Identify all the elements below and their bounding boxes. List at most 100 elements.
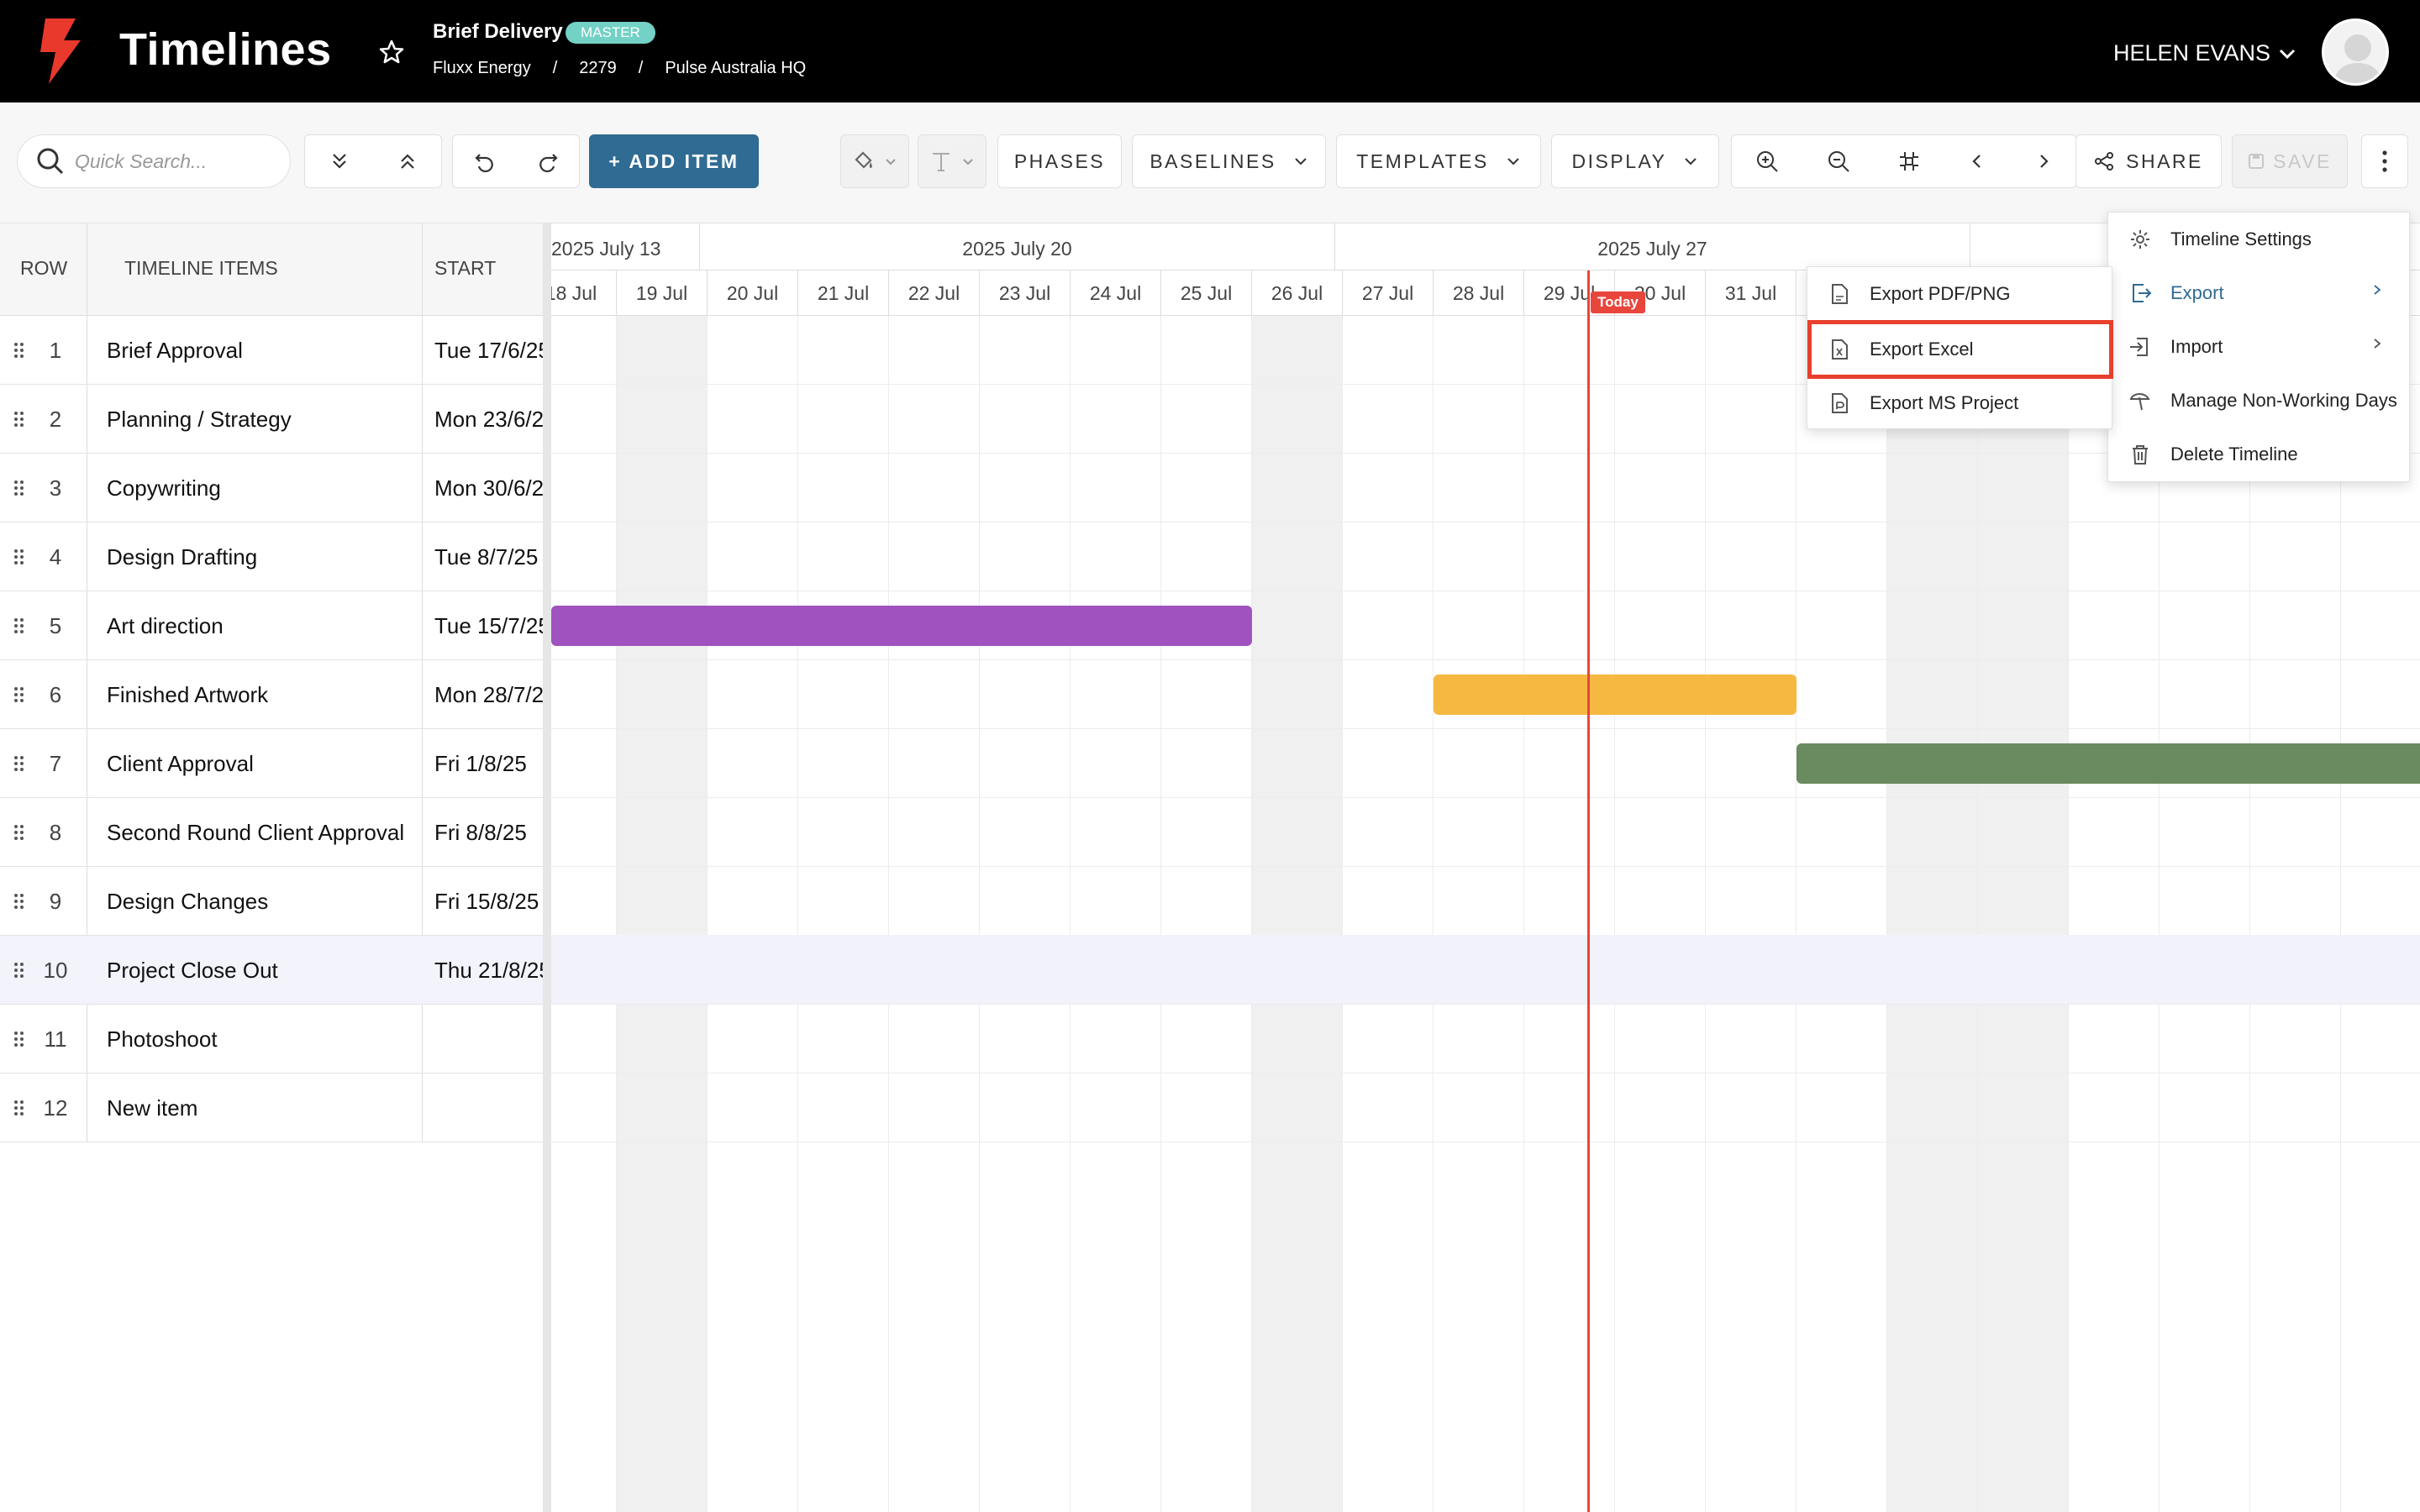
save-button[interactable]: SAVE [2232,134,2348,188]
search-input[interactable]: Quick Search... [17,134,291,188]
display-dropdown[interactable]: DISPLAY [1551,134,1719,188]
menu-item-timeline-settings[interactable]: Timeline Settings [2108,213,2409,266]
item-name[interactable]: Design Drafting [107,544,257,570]
breadcrumb-client[interactable]: Fluxx Energy [433,59,531,78]
day-label: 25 Jul [1161,270,1252,316]
zoom-in-icon[interactable] [1755,150,1779,173]
drag-handle-icon[interactable] [13,342,25,359]
drag-handle-icon[interactable] [13,686,25,703]
gantt-bar-client-approval[interactable] [1797,743,2420,784]
row-gridline [551,659,2420,660]
menu-item-export-pdf[interactable]: Export PDF/PNG [1807,267,2112,321]
column-header-start[interactable]: START [434,257,496,280]
table-row[interactable]: 5 Art direction Tue 15/7/25 [0,591,546,660]
start-date[interactable]: Tue 17/6/25 [434,338,544,364]
table-row[interactable]: 11 Photoshoot [0,1005,546,1074]
breadcrumb-project[interactable]: Pulse Australia HQ [665,59,806,78]
table-row[interactable]: 7 Client Approval Fri 1/8/25 [0,729,546,798]
drag-handle-icon[interactable] [13,824,25,841]
drag-handle-icon[interactable] [13,411,25,428]
breadcrumb-separator: / [638,59,644,77]
expand-all-button[interactable] [373,135,441,187]
item-name[interactable]: Project Close Out [107,958,278,984]
table-row[interactable]: 4 Design Drafting Tue 8/7/25 [0,522,546,591]
drag-handle-icon[interactable] [13,617,25,634]
start-date[interactable]: Fri 15/8/25 [434,889,544,915]
item-name[interactable]: Finished Artwork [107,682,268,708]
item-name[interactable]: Client Approval [107,751,254,777]
week-label: 2025 July 13 [551,223,700,270]
start-date[interactable]: Mon 28/7/25 [434,682,544,708]
lightning-logo-icon[interactable] [37,18,84,84]
table-row[interactable]: 2 Planning / Strategy Mon 23/6/25 [0,385,546,454]
start-date[interactable]: Tue 8/7/25 [434,544,544,570]
menu-item-export-ms-project[interactable]: Export MS Project [1807,376,2112,430]
menu-item-non-working-days[interactable]: Manage Non-Working Days [2108,374,2409,428]
zoom-out-icon[interactable] [1827,150,1850,173]
item-name[interactable]: Art direction [107,613,224,639]
drag-handle-icon[interactable] [13,755,25,772]
drag-handle-icon[interactable] [13,962,25,979]
more-options-button[interactable] [2361,134,2408,188]
column-header-items[interactable]: TIMELINE ITEMS [124,257,278,280]
item-name[interactable]: Photoshoot [107,1026,218,1053]
day-label: 20 Jul [708,270,798,316]
chevron-left-icon[interactable] [1968,152,1986,171]
table-row[interactable]: 8 Second Round Client Approval Fri 8/8/25 [0,798,546,867]
project-name[interactable]: Brief Delivery [433,20,563,44]
item-name[interactable]: Second Round Client Approval [107,820,404,846]
collapse-all-button[interactable] [305,135,373,187]
chevron-down-icon [2280,49,2296,59]
favorite-star-icon[interactable] [378,39,405,66]
table-row[interactable]: 1 Brief Approval Tue 17/6/25 [0,316,546,385]
phases-button[interactable]: PHASES [997,134,1122,188]
templates-dropdown[interactable]: TEMPLATES [1336,134,1541,188]
redo-button[interactable] [516,135,579,187]
drag-handle-icon[interactable] [13,480,25,496]
drag-handle-icon[interactable] [13,1031,25,1047]
item-name[interactable]: New item [107,1095,197,1121]
fill-color-dropdown[interactable] [840,134,909,188]
user-menu[interactable]: HELEN EVANS [2113,40,2297,66]
menu-item-import[interactable]: Import [2108,320,2409,374]
table-row[interactable]: 3 Copywriting Mon 30/6/25 [0,454,546,522]
baselines-dropdown[interactable]: BASELINES [1132,134,1326,188]
table-row[interactable]: 10 Project Close Out Thu 21/8/25 [0,936,546,1005]
drag-handle-icon[interactable] [13,893,25,910]
day-gridline [1796,316,1797,1512]
item-name[interactable]: Design Changes [107,889,268,915]
text-format-dropdown[interactable] [918,134,986,188]
item-name[interactable]: Copywriting [107,475,221,501]
gantt-bar-finished-artwork[interactable] [1434,675,1797,715]
table-row[interactable]: 12 New item [0,1074,546,1142]
breadcrumb-job[interactable]: 2279 [579,59,617,78]
start-date[interactable]: Fri 8/8/25 [434,820,544,846]
drag-handle-icon[interactable] [13,549,25,565]
chevron-right-icon[interactable] [2034,152,2053,171]
table-row[interactable]: 6 Finished Artwork Mon 28/7/25 [0,660,546,729]
start-date[interactable]: Thu 21/8/25 [434,958,544,984]
row-gridline [551,866,2420,867]
avatar[interactable] [2322,18,2389,86]
add-item-button[interactable]: + ADD ITEM [589,134,759,188]
item-name[interactable]: Planning / Strategy [107,407,292,433]
user-name: HELEN EVANS [2113,40,2271,66]
day-gridline [2159,316,2160,1512]
undo-button[interactable] [453,135,516,187]
column-header-row[interactable]: ROW [20,257,67,280]
start-date[interactable]: Mon 23/6/25 [434,407,544,433]
chevron-down-icon [963,159,973,165]
fit-to-screen-icon[interactable] [1897,150,1921,173]
gantt-bar-art-direction[interactable] [551,606,1252,646]
timeline-grid: ROW TIMELINE ITEMS START 1 Brief Approval… [0,223,546,1512]
table-row[interactable]: 9 Design Changes Fri 15/8/25 [0,867,546,936]
drag-handle-icon[interactable] [13,1100,25,1116]
menu-item-export[interactable]: Export [2108,266,2409,320]
pane-splitter[interactable] [543,223,551,1512]
item-name[interactable]: Brief Approval [107,338,243,364]
share-button[interactable]: SHARE [2075,134,2222,188]
start-date[interactable]: Tue 15/7/25 [434,613,544,639]
start-date[interactable]: Fri 1/8/25 [434,751,544,777]
start-date[interactable]: Mon 30/6/25 [434,475,544,501]
menu-item-delete-timeline[interactable]: Delete Timeline [2108,428,2409,481]
